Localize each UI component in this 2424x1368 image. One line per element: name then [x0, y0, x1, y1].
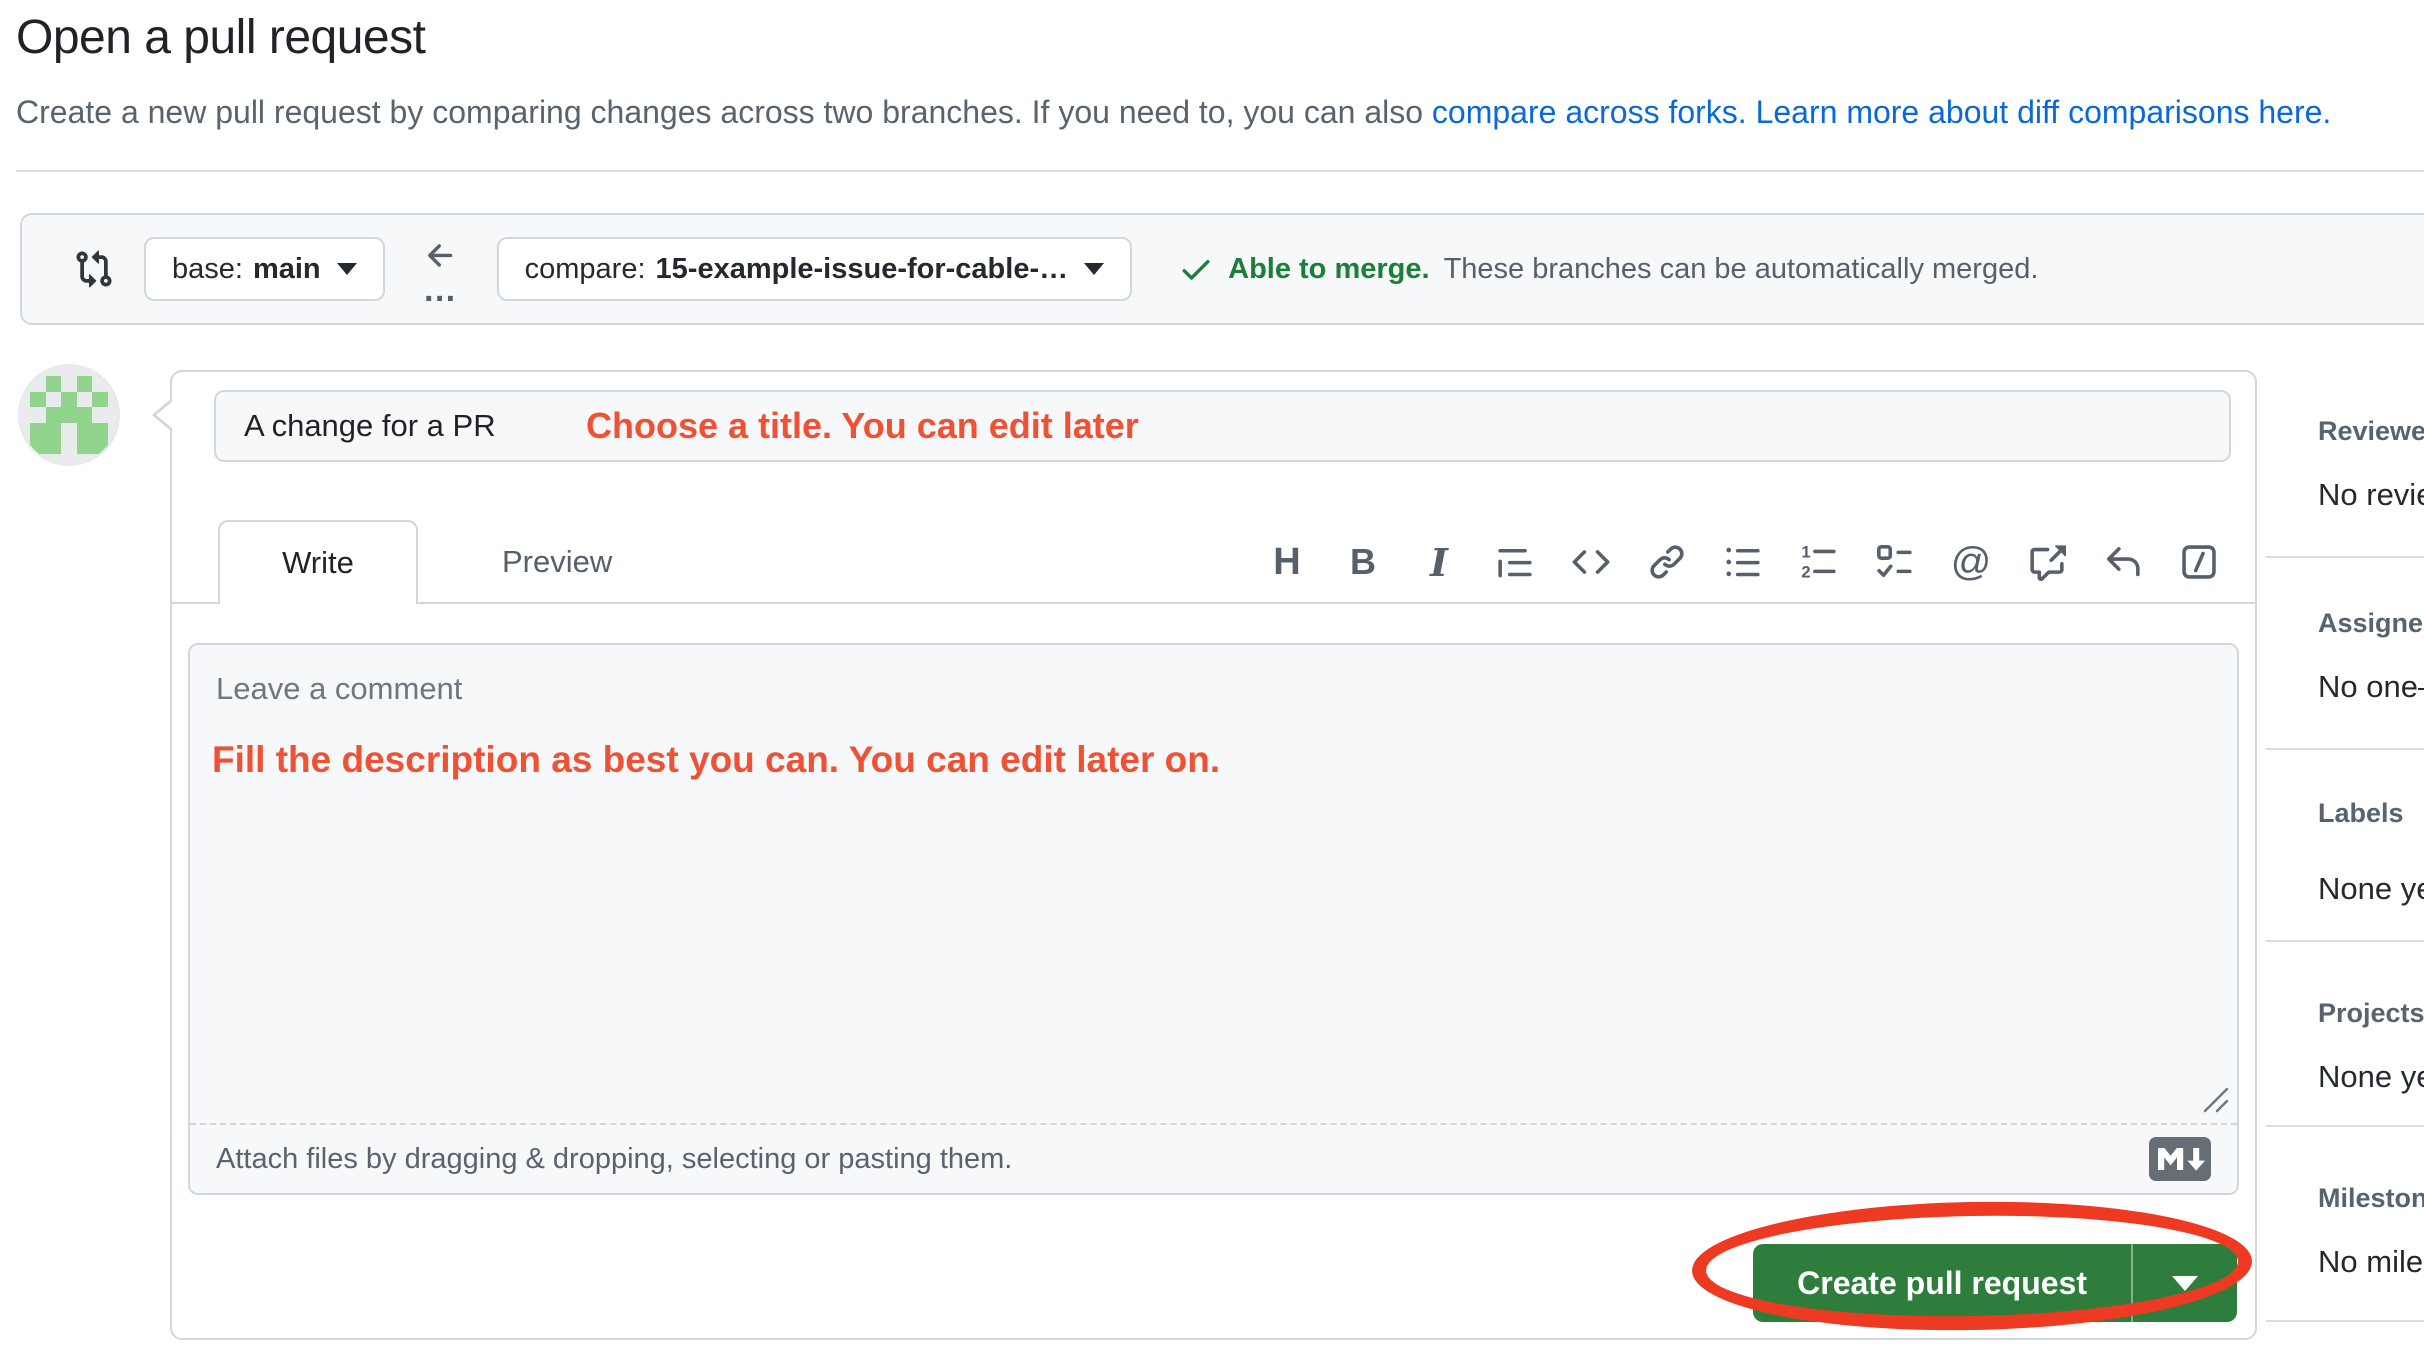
sidebar-divider — [2266, 556, 2424, 558]
merge-status-text: Able to merge. — [1228, 253, 1429, 286]
create-pull-request-label: Create pull request — [1753, 1244, 2131, 1322]
attach-files-bar[interactable]: Attach files by dragging & dropping, sel… — [190, 1123, 2237, 1193]
arrow-left-icon — [423, 238, 459, 274]
sidebar-value-assignees: No one—assign yourself — [2318, 669, 2424, 705]
sidebar-heading-assignees[interactable]: Assignees — [2318, 608, 2424, 639]
ellipsis-icon: … — [423, 280, 459, 300]
page-title: Open a pull request — [16, 10, 425, 65]
ordered-list-icon[interactable]: 1 2 — [1799, 540, 1839, 584]
compare-across-forks-link[interactable]: compare across forks. — [1432, 94, 1747, 130]
sidebar-divider — [2266, 748, 2424, 750]
sidebar-value-labels: None yet — [2318, 871, 2424, 907]
sidebar-section-reviewers: Reviewers No reviews — [2318, 416, 2424, 513]
learn-more-link[interactable]: Learn more about diff comparisons here. — [1756, 94, 2332, 130]
compare-branch-button[interactable]: compare: 15-example-issue-for-cable-… — [497, 237, 1132, 301]
sidebar-divider — [2266, 1320, 2424, 1322]
reply-icon[interactable] — [2103, 540, 2143, 584]
pr-title-input[interactable]: A change for a PR Choose a title. You ca… — [214, 390, 2231, 462]
title-annotation: Choose a title. You can edit later — [586, 405, 1139, 447]
base-branch-value: main — [253, 253, 321, 286]
pull-request-form: A change for a PR Choose a title. You ca… — [170, 370, 2257, 1340]
bold-icon[interactable]: B — [1343, 540, 1383, 584]
tab-preview[interactable]: Preview — [472, 520, 642, 604]
pr-title-value: A change for a PR — [244, 408, 496, 444]
cross-reference-icon[interactable] — [2027, 540, 2067, 584]
slash-command-icon[interactable] — [2179, 540, 2219, 584]
sidebar-heading-milestone[interactable]: Milestone — [2318, 1183, 2424, 1214]
sidebar-section-assignees: Assignees No one—assign yourself — [2318, 608, 2424, 705]
tasklist-icon[interactable] — [1875, 540, 1915, 584]
resize-handle-icon[interactable] — [2197, 1081, 2231, 1115]
subtitle-text: Create a new pull request by comparing c… — [16, 94, 1432, 130]
markdown-icon[interactable] — [2149, 1137, 2211, 1181]
merge-status: Able to merge. These branches can be aut… — [1178, 251, 2038, 287]
page-subtitle: Create a new pull request by comparing c… — [16, 94, 2331, 131]
sidebar-heading-projects[interactable]: Projects — [2318, 998, 2424, 1029]
sidebar-value-reviewers: No reviews — [2318, 477, 2424, 513]
sidebar-section-projects: Projects None yet — [2318, 998, 2424, 1095]
code-icon[interactable] — [1571, 540, 1611, 584]
merge-status-detail: These branches can be automatically merg… — [1444, 253, 2039, 286]
sidebar-divider — [2266, 940, 2424, 942]
header-divider — [16, 170, 2424, 172]
caret-down-icon — [337, 263, 357, 275]
sidebar-section-milestone: Milestone No milestone — [2318, 1183, 2424, 1280]
sidebar-divider — [2266, 1125, 2424, 1127]
branch-direction: … — [415, 238, 467, 300]
svg-text:1: 1 — [1801, 543, 1810, 561]
check-icon — [1178, 251, 1214, 287]
sidebar-heading-reviewers[interactable]: Reviewers — [2318, 416, 2424, 447]
base-branch-button[interactable]: base: main — [144, 237, 385, 301]
comment-annotation: Fill the description as best you can. Yo… — [212, 739, 1220, 781]
sidebar-value-projects: None yet — [2318, 1059, 2424, 1095]
comment-textarea[interactable]: Leave a comment Fill the description as … — [188, 643, 2239, 1195]
caret-down-icon — [1084, 263, 1104, 275]
svg-text:2: 2 — [1801, 563, 1810, 581]
git-compare-icon — [74, 249, 114, 289]
markdown-toolbar: H B I 1 2 — [1267, 520, 2219, 604]
tab-write[interactable]: Write — [218, 520, 418, 604]
create-pull-request-button[interactable]: Create pull request — [1753, 1244, 2237, 1322]
create-options-dropdown[interactable] — [2133, 1244, 2237, 1322]
compare-branch-label: compare: — [525, 253, 646, 286]
comment-placeholder: Leave a comment — [216, 671, 462, 707]
comment-tabnav: Write Preview H B I 1 — [172, 520, 2255, 604]
sidebar-value-milestone: No milestone — [2318, 1244, 2424, 1280]
heading-icon[interactable]: H — [1267, 540, 1307, 584]
sidebar-section-labels: Labels None yet — [2318, 798, 2424, 907]
quote-icon[interactable] — [1495, 540, 1535, 584]
identicon-pattern — [30, 376, 108, 454]
avatar — [20, 366, 118, 464]
mention-icon[interactable]: @ — [1951, 540, 1991, 584]
italic-icon[interactable]: I — [1419, 540, 1459, 584]
branch-compare-bar: base: main … compare: 15-example-issue-f… — [20, 213, 2424, 325]
caret-down-icon — [2172, 1276, 2198, 1291]
compare-branch-value: 15-example-issue-for-cable-… — [656, 253, 1069, 286]
attach-files-hint: Attach files by dragging & dropping, sel… — [216, 1143, 1012, 1176]
link-icon[interactable] — [1647, 540, 1687, 584]
unordered-list-icon[interactable] — [1723, 540, 1763, 584]
sidebar-heading-labels[interactable]: Labels — [2318, 798, 2424, 829]
base-branch-label: base: — [172, 253, 243, 286]
